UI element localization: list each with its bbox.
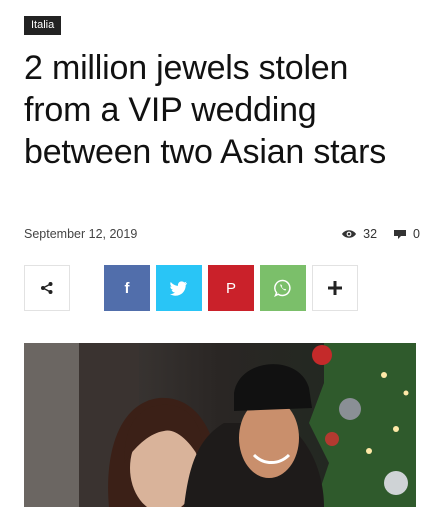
category-badge[interactable]: Italia — [24, 16, 62, 35]
publish-date: September 12, 2019 — [24, 227, 138, 241]
article-meta: September 12, 2019 32 0 — [24, 225, 420, 243]
share-button[interactable] — [24, 265, 70, 311]
pinterest-share-button[interactable]: P — [208, 265, 254, 311]
eye-icon — [342, 230, 357, 238]
couple-photo-illustration — [24, 343, 416, 507]
twitter-icon — [170, 280, 187, 296]
more-share-button[interactable] — [312, 265, 358, 311]
whatsapp-share-button[interactable] — [260, 265, 306, 311]
facebook-icon: f — [124, 279, 130, 297]
comment-icon — [394, 229, 407, 239]
article-title: 2 million jewels stolen from a VIP weddi… — [24, 49, 387, 171]
views-count: 32 — [341, 227, 377, 241]
share-bar: f P — [24, 265, 358, 311]
twitter-share-button[interactable] — [156, 265, 202, 311]
facebook-share-button[interactable]: f — [104, 265, 150, 311]
plus-icon — [328, 281, 342, 295]
pinterest-icon: P — [225, 279, 236, 297]
share-icon — [41, 282, 53, 294]
article-photo[interactable] — [24, 343, 416, 507]
comments-value: 0 — [413, 227, 420, 241]
comments-count[interactable]: 0 — [393, 227, 420, 241]
views-value: 32 — [363, 227, 378, 241]
whatsapp-icon — [274, 279, 291, 297]
